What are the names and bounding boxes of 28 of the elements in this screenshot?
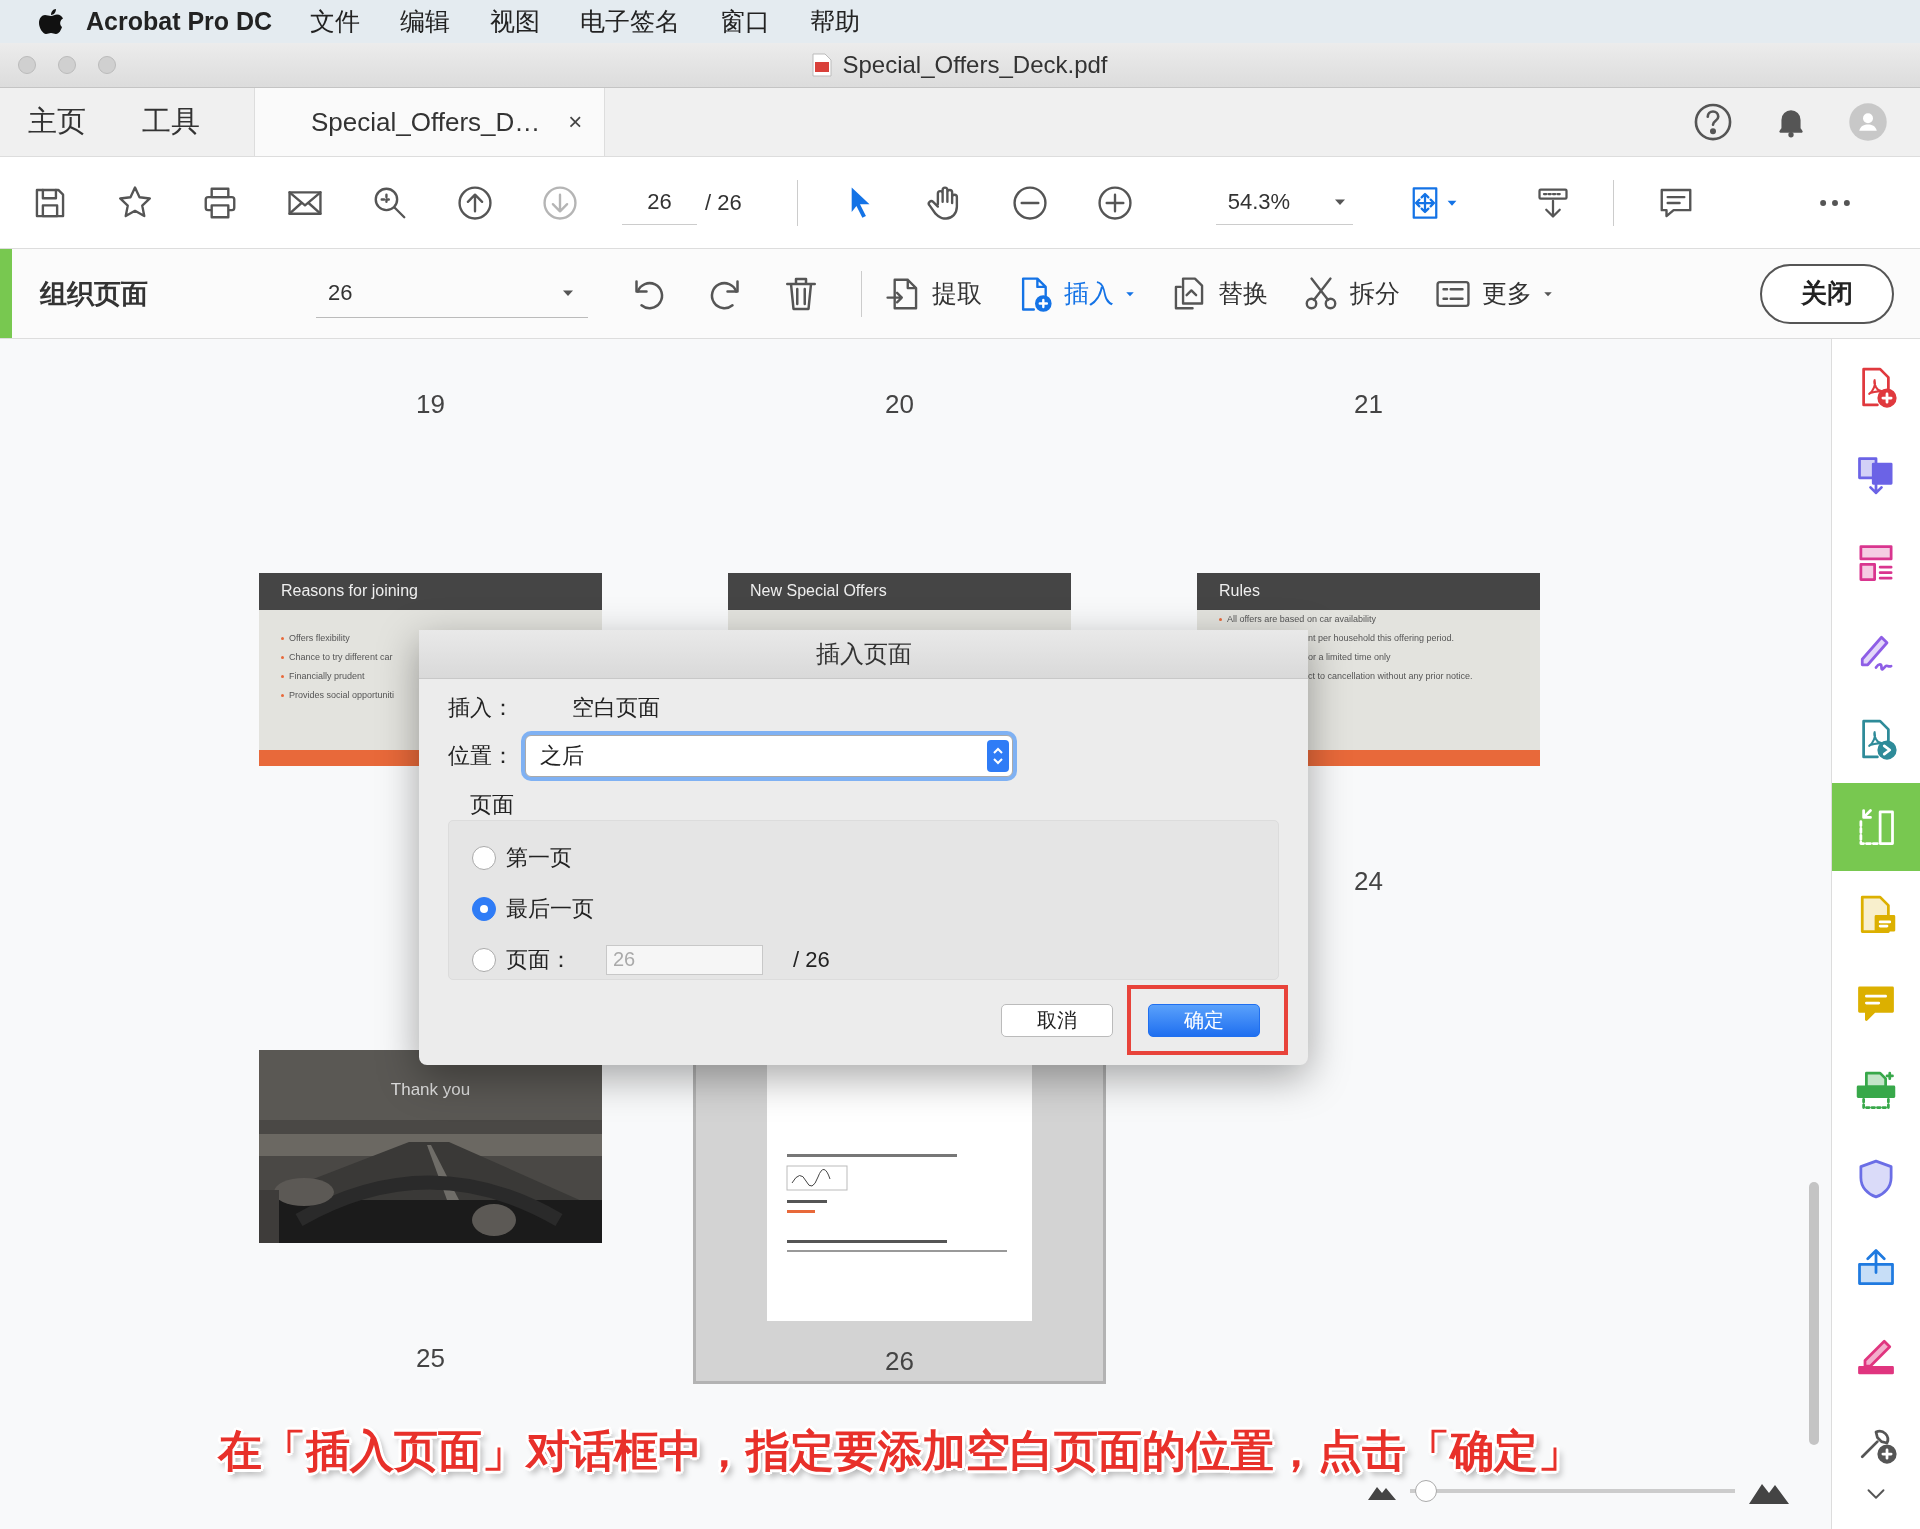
page-number: 20 bbox=[885, 389, 914, 419]
dialog-title: 插入页面 bbox=[815, 639, 912, 669]
slide-title: New Special Offers bbox=[750, 582, 887, 600]
panel-title: 组织页面 bbox=[40, 277, 149, 311]
group-label: 页面 bbox=[470, 792, 514, 817]
field-label: 插入： bbox=[448, 694, 515, 722]
slide-title: Rules bbox=[1219, 582, 1260, 600]
field-label: 位置： bbox=[448, 742, 515, 770]
bullet-text: Offers flexibility bbox=[289, 631, 350, 645]
field-value: 空白页面 bbox=[572, 694, 660, 722]
bullet-text: Provides social opportuniti bbox=[289, 688, 395, 702]
bullet-text: or a limited time only bbox=[1308, 650, 1391, 664]
page-number: 26 bbox=[885, 1346, 914, 1376]
window-title: Special_Offers_Deck.pdf bbox=[842, 51, 1108, 79]
bullet-text: Chance to try different car bbox=[289, 650, 393, 664]
bullet-text: nt per household this offering period. bbox=[1308, 631, 1454, 645]
page-number: 25 bbox=[416, 1343, 445, 1373]
page-count: / 26 bbox=[705, 189, 742, 216]
page-count: / 26 bbox=[793, 946, 830, 973]
bullet-text: Financially prudent bbox=[289, 669, 365, 683]
tutorial-caption: 在「插入页面」对话框中，指定要添加空白页面的位置，点击「确定」 bbox=[216, 1425, 1583, 1477]
page-number: 21 bbox=[1354, 389, 1383, 419]
slide-title: Reasons for joining bbox=[281, 582, 418, 600]
page-number: 19 bbox=[416, 389, 445, 419]
slide-title: Thank you bbox=[389, 1079, 472, 1100]
bullet-text: All offers are based on car availability bbox=[1227, 612, 1376, 626]
bullet-text: ct to cancellation without any prior notice. bbox=[1308, 669, 1473, 683]
page-number: 24 bbox=[1354, 866, 1383, 896]
